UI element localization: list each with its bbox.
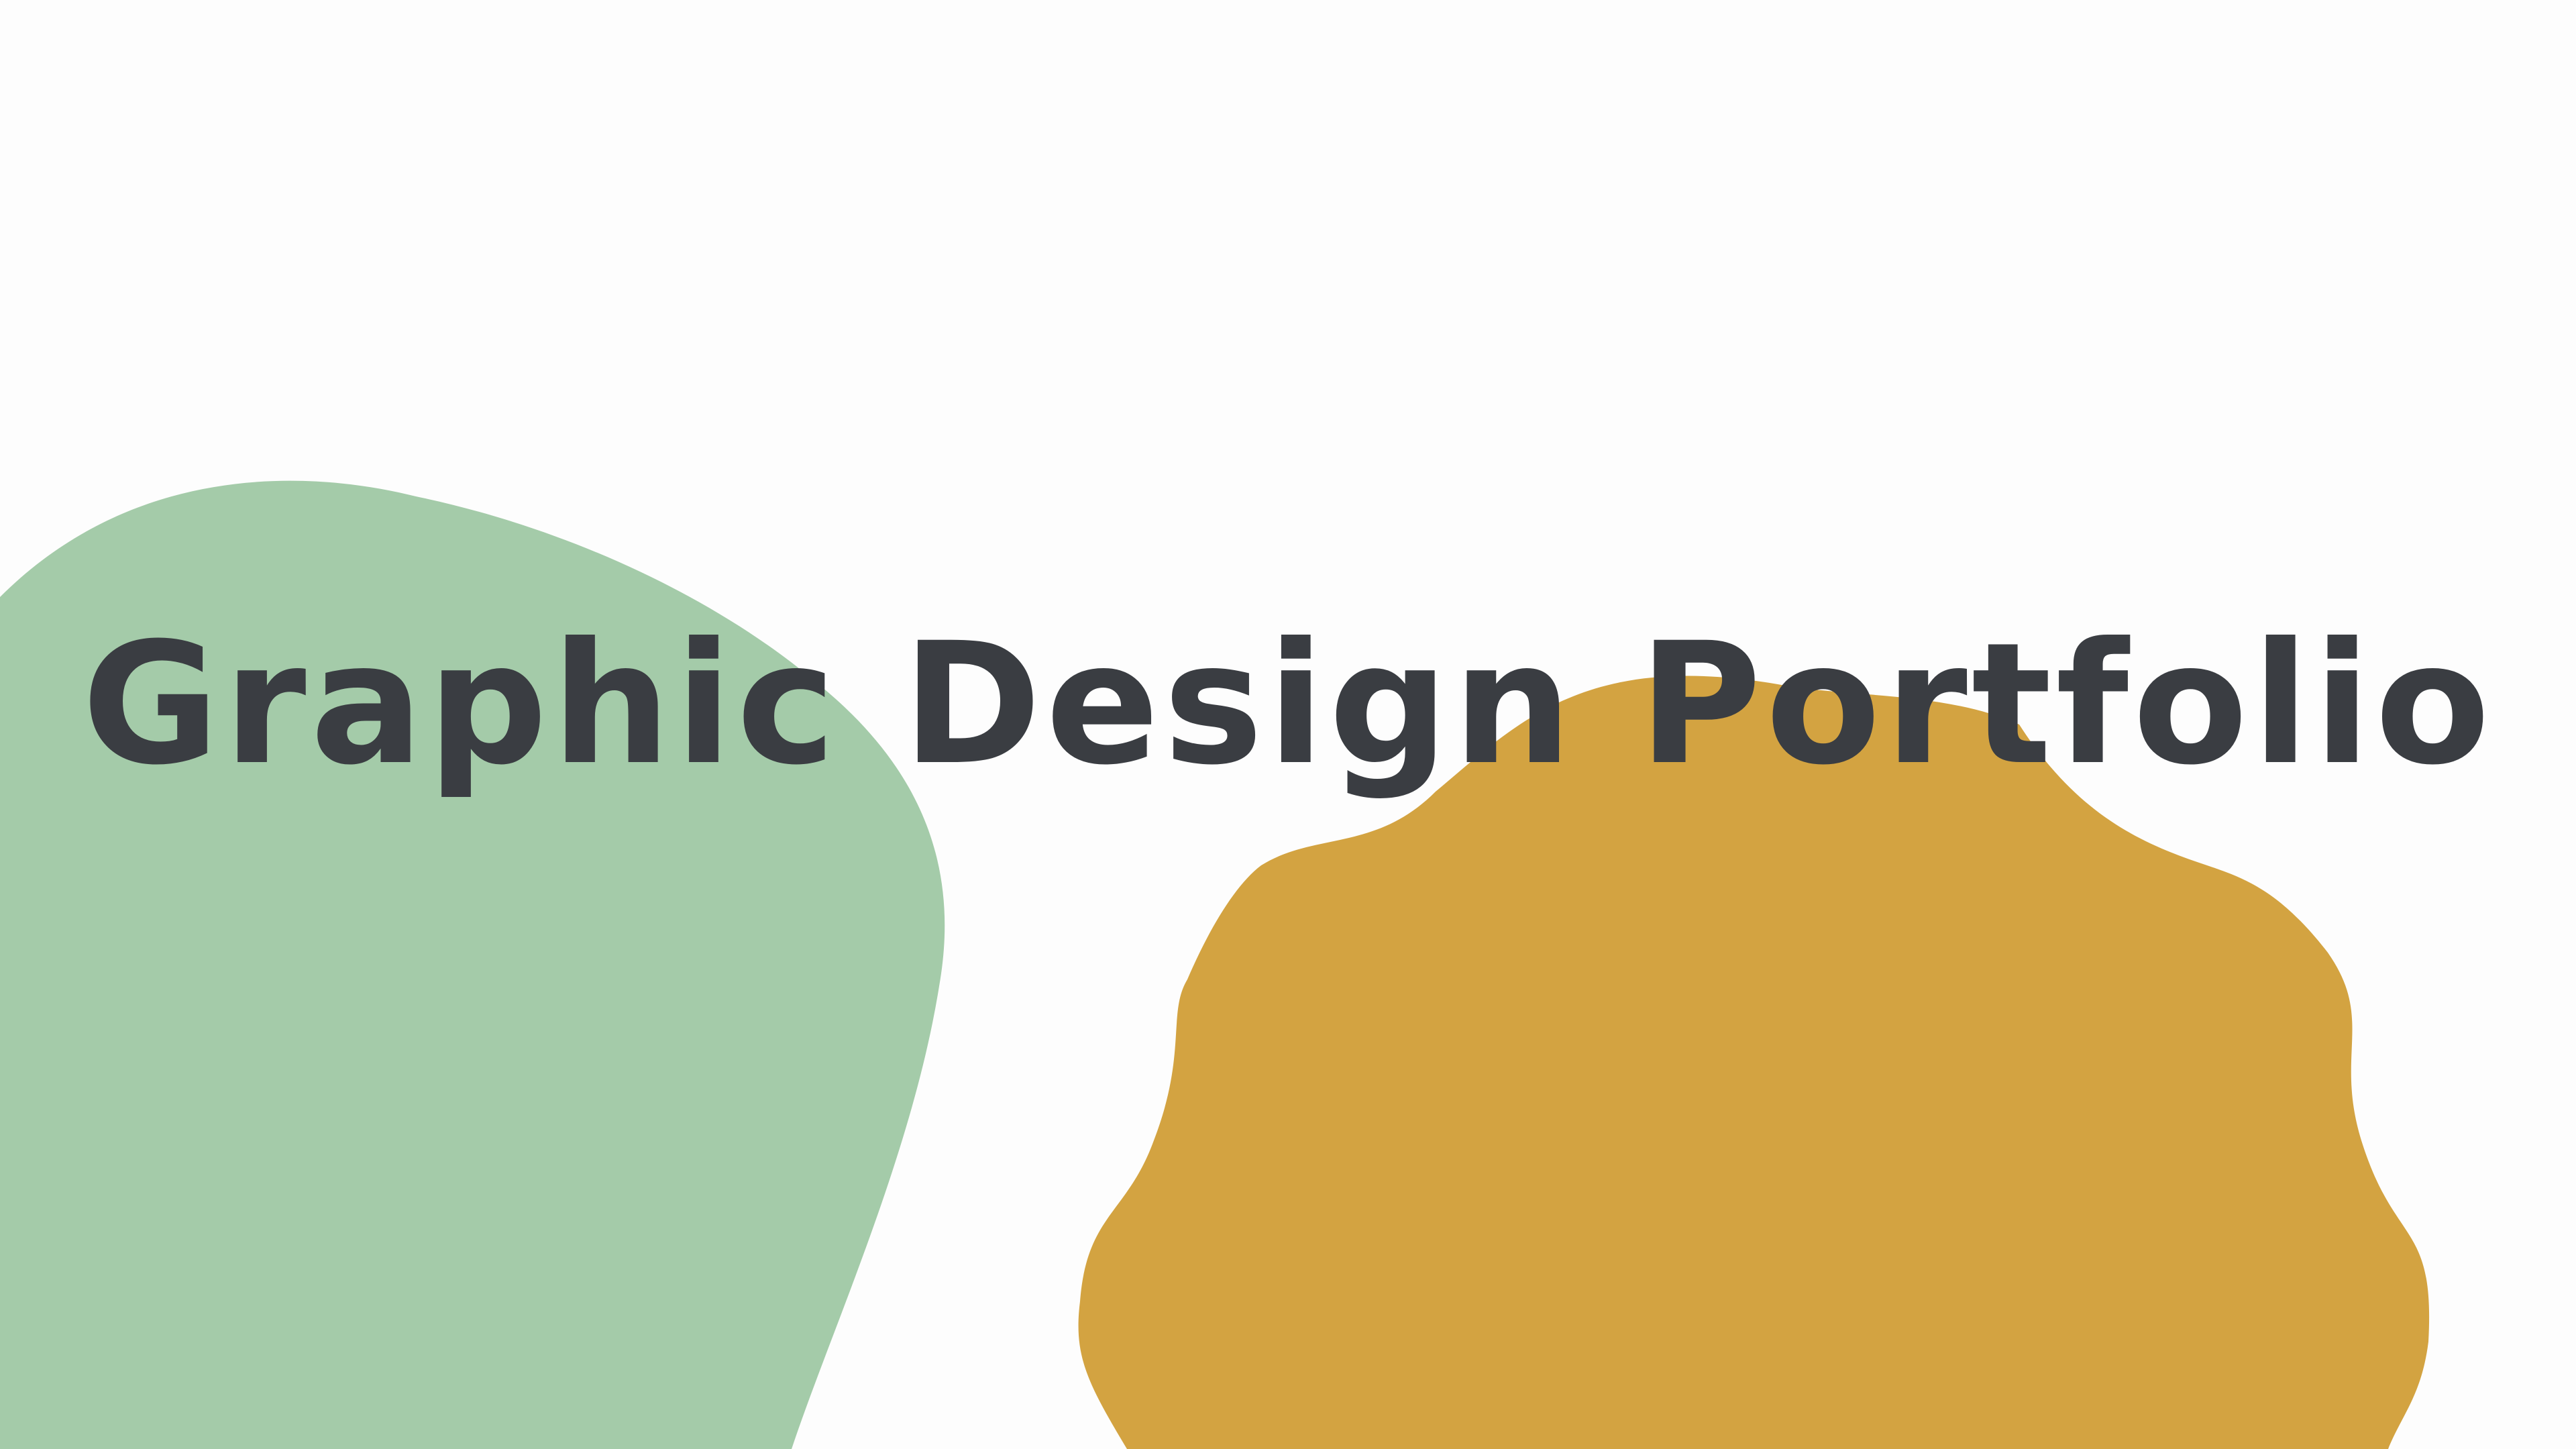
slide-title: Graphic Design Portfolio — [81, 606, 2495, 802]
slide: Graphic Design Portfolio — [0, 0, 2576, 1449]
